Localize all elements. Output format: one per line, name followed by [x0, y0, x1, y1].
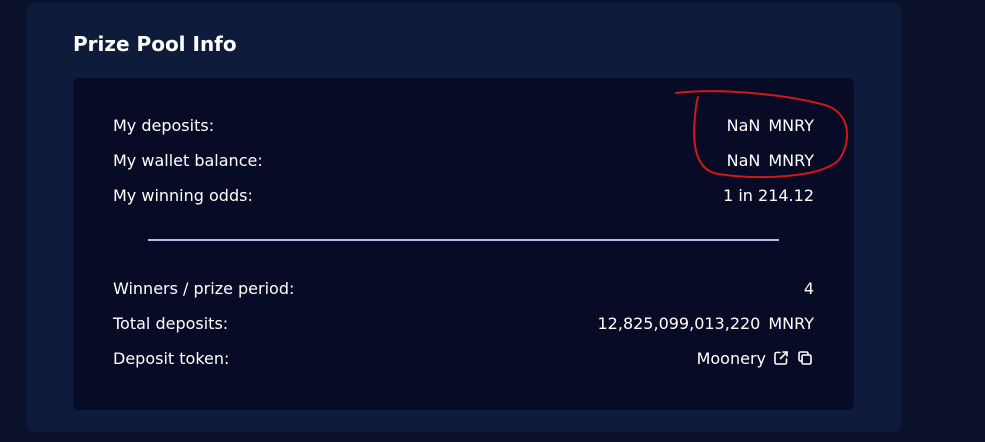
- total-deposits-label: Total deposits:: [113, 313, 229, 333]
- prize-pool-card: Prize Pool Info My deposits: NaN MNRY My…: [26, 2, 902, 432]
- winners-label: Winners / prize period:: [113, 278, 295, 298]
- section-divider: [148, 239, 779, 241]
- winning-odds-value: 1 in 214.12: [723, 185, 814, 205]
- my-deposits-row: My deposits: NaN MNRY: [113, 113, 814, 137]
- deposit-token-value-group: Moonery: [697, 349, 814, 368]
- my-deposits-value: NaN: [726, 115, 761, 135]
- winning-odds-label: My winning odds:: [113, 185, 253, 205]
- total-deposits-unit: MNRY: [768, 313, 814, 333]
- winners-row: Winners / prize period: 4: [113, 276, 814, 300]
- page: Prize Pool Info My deposits: NaN MNRY My…: [0, 0, 985, 442]
- wallet-balance-label: My wallet balance:: [113, 150, 263, 170]
- total-deposits-value-group: 12,825,099,013,220 MNRY: [598, 314, 815, 333]
- deposit-token-link[interactable]: Moonery: [697, 349, 766, 368]
- copy-icon[interactable]: [796, 349, 814, 367]
- wallet-balance-row: My wallet balance: NaN MNRY: [113, 148, 814, 172]
- my-deposits-unit: MNRY: [768, 115, 814, 135]
- deposit-token-row: Deposit token: Moonery: [113, 346, 814, 370]
- my-deposits-label: My deposits:: [113, 115, 215, 135]
- total-deposits-value: 12,825,099,013,220: [597, 313, 761, 333]
- wallet-balance-value-group: NaN MNRY: [727, 151, 814, 170]
- total-deposits-row: Total deposits: 12,825,099,013,220 MNRY: [113, 311, 814, 335]
- prize-pool-panel: My deposits: NaN MNRY My wallet balance:…: [73, 78, 854, 410]
- my-deposits-value-group: NaN MNRY: [727, 116, 814, 135]
- deposit-token-label: Deposit token:: [113, 348, 230, 368]
- card-title: Prize Pool Info: [73, 32, 237, 56]
- wallet-balance-value: NaN: [726, 150, 761, 170]
- winning-odds-row: My winning odds: 1 in 214.12: [113, 183, 814, 207]
- external-link-icon[interactable]: [772, 349, 790, 367]
- winners-value: 4: [803, 278, 814, 298]
- wallet-balance-unit: MNRY: [768, 150, 814, 170]
